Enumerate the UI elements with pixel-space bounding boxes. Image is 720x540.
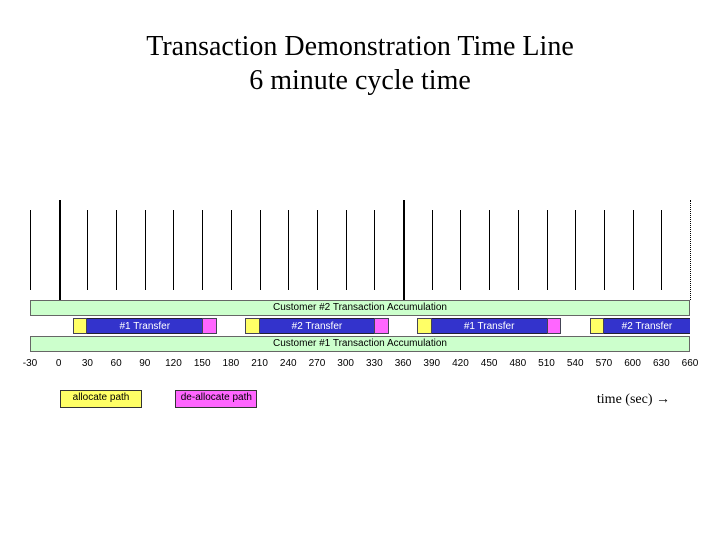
- tick-marks: [30, 200, 690, 300]
- tick-label: 600: [619, 358, 647, 369]
- tick: [59, 200, 61, 300]
- tick: [547, 210, 548, 290]
- tick: [260, 210, 261, 290]
- transfer-label: #1 Transfer: [87, 318, 202, 334]
- timeline-rows: Customer #2 Transaction Accumulation #1 T…: [30, 300, 690, 354]
- title-line2: 6 minute cycle time: [249, 65, 471, 96]
- tick: [460, 210, 461, 290]
- tick: [374, 210, 375, 290]
- tick-label: 570: [590, 358, 618, 369]
- legend-alloc: allocate path: [60, 390, 142, 408]
- tick-label: 90: [131, 358, 159, 369]
- tick-label: -30: [16, 358, 44, 369]
- tick-label: 480: [504, 358, 532, 369]
- tick-label: 60: [102, 358, 130, 369]
- tick-label: 360: [389, 358, 417, 369]
- tick-label: 300: [332, 358, 360, 369]
- tick: [661, 210, 662, 290]
- tick: [489, 210, 490, 290]
- title-line1: Transaction Demonstration Time Line: [146, 31, 574, 62]
- tick: [317, 210, 318, 290]
- tick-label: 330: [360, 358, 388, 369]
- tick-label: 150: [188, 358, 216, 369]
- alloc-segment: [417, 318, 431, 334]
- dealloc-segment: [202, 318, 216, 334]
- tick-label: 450: [475, 358, 503, 369]
- transfer-block: #1 Transfer: [417, 318, 560, 334]
- accumulation-bar: Customer #1 Transaction Accumulation: [30, 336, 690, 352]
- legend-dealloc: de-allocate path: [175, 390, 257, 408]
- tick-label: 180: [217, 358, 245, 369]
- tick-label: 630: [647, 358, 675, 369]
- tick: [575, 210, 576, 290]
- alloc-segment: [590, 318, 604, 334]
- tick-label: 660: [676, 358, 704, 369]
- transfer-label: #2 Transfer: [604, 318, 690, 334]
- legend: allocate path de-allocate path: [60, 390, 287, 408]
- transfer-label: #2 Transfer: [260, 318, 375, 334]
- chart-title: Transaction Demonstration Time Line 6 mi…: [0, 0, 720, 97]
- transfer-block: #2 Transfer: [590, 318, 690, 334]
- tick-label: 420: [446, 358, 474, 369]
- tick: [633, 210, 634, 290]
- tick-label: 270: [303, 358, 331, 369]
- tick: [403, 200, 405, 300]
- tick: [432, 210, 433, 290]
- tick-label: 0: [45, 358, 73, 369]
- dealloc-segment: [374, 318, 388, 334]
- tick: [288, 210, 289, 290]
- tick: [173, 210, 174, 290]
- transfer-label: #1 Transfer: [432, 318, 547, 334]
- x-axis-label: time (sec) →: [597, 392, 670, 408]
- tick: [346, 210, 347, 290]
- tick-label: 210: [246, 358, 274, 369]
- tick: [690, 200, 691, 300]
- accumulation-bar: Customer #2 Transaction Accumulation: [30, 300, 690, 316]
- tick: [30, 210, 31, 290]
- tick-label: 30: [73, 358, 101, 369]
- tick-label: 240: [274, 358, 302, 369]
- alloc-segment: [73, 318, 87, 334]
- dealloc-segment: [547, 318, 561, 334]
- tick-label: 390: [418, 358, 446, 369]
- dealloc-swatch: de-allocate path: [175, 390, 257, 408]
- tick: [87, 210, 88, 290]
- transfer-block: #2 Transfer: [245, 318, 388, 334]
- tick-label: 510: [533, 358, 561, 369]
- timeline: Customer #2 Transaction Accumulation #1 T…: [30, 200, 690, 372]
- tick: [116, 210, 117, 290]
- tick: [231, 210, 232, 290]
- transfer-block: #1 Transfer: [73, 318, 216, 334]
- tick: [145, 210, 146, 290]
- tick-labels: -300306090120150180210240270300330360390…: [30, 358, 690, 372]
- alloc-swatch: allocate path: [60, 390, 142, 408]
- alloc-segment: [245, 318, 259, 334]
- tick: [604, 210, 605, 290]
- tick: [202, 210, 203, 290]
- tick-label: 120: [159, 358, 187, 369]
- tick-label: 540: [561, 358, 589, 369]
- tick: [518, 210, 519, 290]
